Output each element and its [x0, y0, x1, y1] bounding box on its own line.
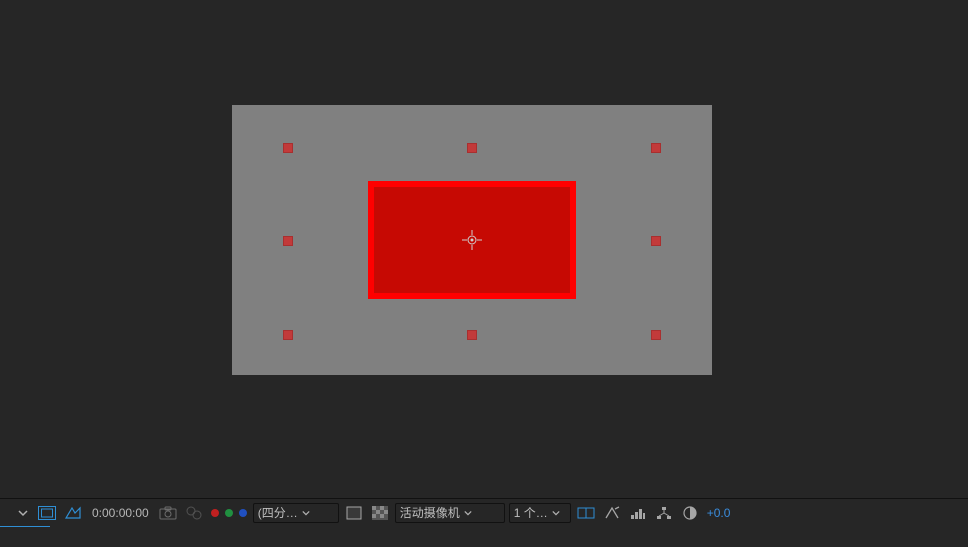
blue-channel-icon[interactable] [239, 509, 247, 517]
cached-preview-line [0, 526, 50, 527]
handle-tc[interactable] [467, 143, 477, 153]
green-channel-icon[interactable] [225, 509, 233, 517]
composition-canvas[interactable] [232, 105, 712, 375]
channel-buttons[interactable] [209, 509, 249, 517]
handle-br[interactable] [651, 330, 661, 340]
current-time[interactable]: 0:00:00:00 [88, 506, 153, 520]
active-camera-label: 活动摄像机 [400, 504, 460, 521]
magnification-dropdown[interactable] [14, 503, 32, 523]
chevron-down-icon [302, 509, 310, 517]
title-safe-icon[interactable] [36, 502, 58, 524]
handle-ml[interactable] [283, 236, 293, 246]
selected-solid-layer[interactable] [368, 181, 576, 299]
handle-tl[interactable] [283, 143, 293, 153]
viewer-footer-toolbar: 0:00:00:00 (四分… [0, 498, 968, 526]
handle-bc[interactable] [467, 330, 477, 340]
handle-bl[interactable] [283, 330, 293, 340]
exposure-reset-icon[interactable] [679, 502, 701, 524]
mask-visibility-icon[interactable] [62, 502, 84, 524]
resolution-dropdown[interactable]: (四分… [253, 503, 339, 523]
resolution-label: (四分… [258, 504, 298, 521]
exposure-value[interactable]: +0.0 [705, 506, 731, 520]
chevron-down-icon [464, 509, 472, 517]
view-layout-label: 1 个… [514, 504, 548, 521]
composition-viewer[interactable] [0, 0, 968, 498]
anchor-point-icon [462, 230, 482, 250]
show-snapshot-icon[interactable] [183, 502, 205, 524]
timeline-strip [0, 526, 968, 547]
region-of-interest-icon[interactable] [343, 502, 365, 524]
view-layout-dropdown[interactable]: 1 个… [509, 503, 571, 523]
red-channel-icon[interactable] [211, 509, 219, 517]
pixel-aspect-icon[interactable] [575, 502, 597, 524]
fast-preview-icon[interactable] [601, 502, 623, 524]
chevron-down-icon [552, 509, 560, 517]
transparency-grid-icon[interactable] [369, 502, 391, 524]
flowchart-icon[interactable] [653, 502, 675, 524]
snapshot-icon[interactable] [157, 502, 179, 524]
handle-mr[interactable] [651, 236, 661, 246]
active-camera-dropdown[interactable]: 活动摄像机 [395, 503, 505, 523]
timeline-icon[interactable] [627, 502, 649, 524]
handle-tr[interactable] [651, 143, 661, 153]
chevron-down-icon [18, 508, 28, 518]
